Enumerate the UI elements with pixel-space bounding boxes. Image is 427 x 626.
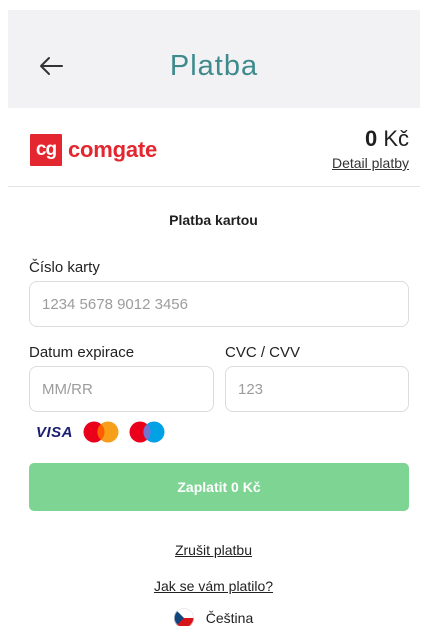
payment-detail-link[interactable]: Detail platby [332, 155, 409, 171]
czech-flag-icon [173, 608, 194, 626]
mastercard-logo [83, 421, 119, 443]
page-title: Platba [169, 50, 259, 82]
merchant-logo: cg comgate [30, 134, 157, 166]
cancel-payment-link[interactable]: Zrušit platbu [0, 542, 427, 558]
header-bar: Platba [8, 10, 420, 108]
amount-currency: Kč [383, 126, 409, 151]
comgate-logo-mark: cg [30, 134, 62, 166]
language-label: Čeština [205, 610, 254, 626]
divider [8, 186, 420, 187]
amount-value: 0 [364, 126, 378, 151]
card-number-input[interactable] [29, 281, 409, 327]
card-number-label: Číslo karty [29, 259, 100, 276]
maestro-logo [129, 421, 165, 443]
language-selector[interactable]: Čeština [0, 608, 427, 626]
visa-logo: VISA [36, 423, 74, 441]
pay-button[interactable]: Zaplatit 0 Kč [29, 463, 409, 511]
section-title: Platba kartou [169, 212, 258, 228]
cvc-input[interactable] [225, 366, 409, 412]
expiry-input[interactable] [29, 366, 214, 412]
expiry-label: Datum expirace [29, 344, 135, 361]
payment-amount: 0 Kč [365, 126, 409, 152]
cvc-label: CVC / CVV [225, 344, 301, 361]
feedback-link[interactable]: Jak se vám platilo? [0, 578, 427, 594]
accepted-cards: VISA [36, 421, 175, 443]
comgate-logo-word: comgate [68, 137, 158, 162]
